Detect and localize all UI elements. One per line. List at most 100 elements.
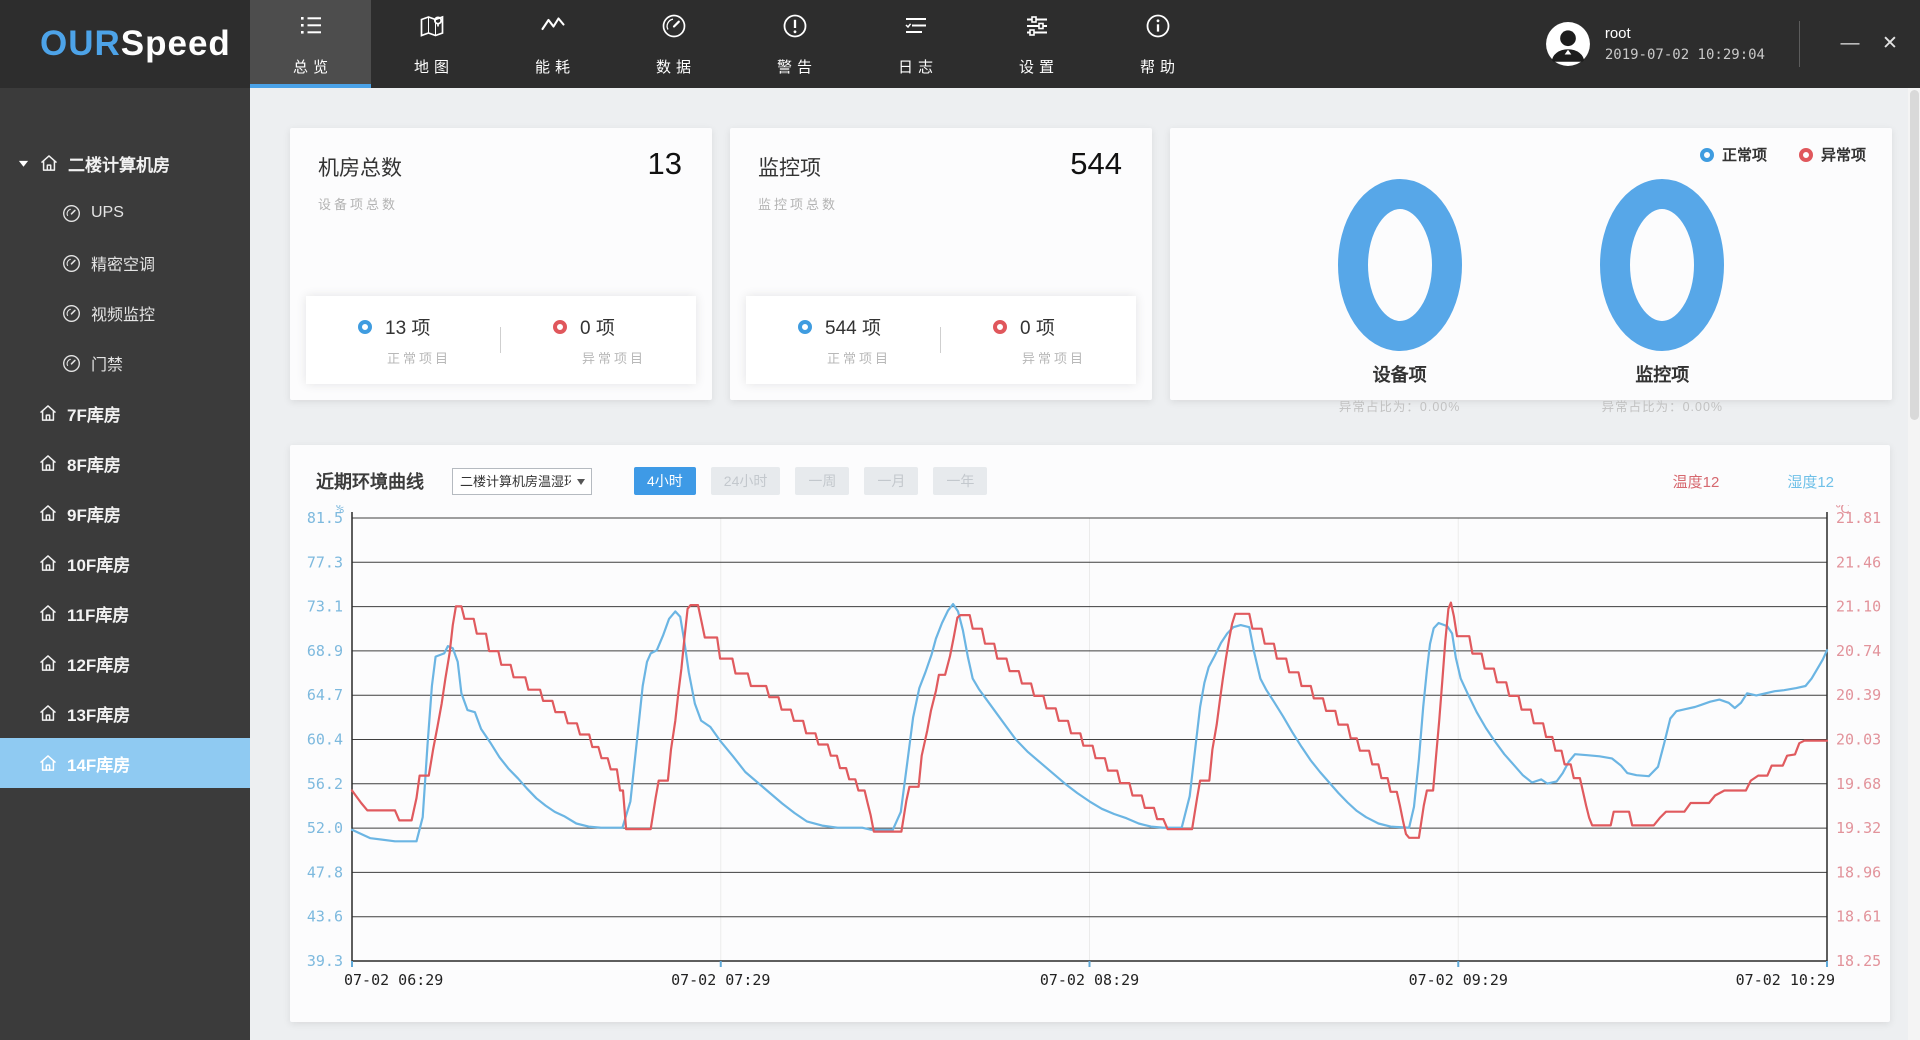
range-button-一年[interactable]: 一年	[933, 467, 987, 495]
abnormal-ring-icon	[993, 320, 1007, 334]
normal-label: 正常项目	[827, 348, 941, 367]
series-label-temperature[interactable]: 温度12	[1673, 471, 1720, 492]
normal-count: 13 项	[358, 313, 501, 340]
sidebar-item-label: 13F库房	[67, 701, 130, 726]
legend-item-normal: 正常项	[1700, 144, 1767, 165]
donut-label: 设备项	[1337, 361, 1463, 387]
range-button-24小时[interactable]: 24小时	[711, 467, 781, 495]
donut-label: 监控项	[1599, 361, 1725, 387]
nav-item-label: 帮助	[1135, 56, 1180, 77]
y-left-tick-label: 64.7	[307, 686, 343, 704]
nav-item-log[interactable]: 日志	[855, 0, 976, 88]
nav-item-settings[interactable]: 设置	[976, 0, 1097, 88]
sidebar-item-ups[interactable]: UPS	[0, 188, 250, 238]
alert-icon	[781, 12, 809, 45]
y-right-tick-label: 20.74	[1836, 642, 1881, 660]
home-icon	[38, 753, 58, 773]
nav-item-map[interactable]: 地图	[371, 0, 492, 88]
list-icon	[297, 12, 325, 45]
abnormal-count: 0 项	[993, 313, 1136, 340]
x-tick-label: 07-02 07:29	[671, 971, 770, 989]
range-button-一周[interactable]: 一周	[795, 467, 849, 495]
user-avatar[interactable]	[1545, 21, 1591, 67]
series-label-humidity[interactable]: 湿度12	[1787, 471, 1834, 492]
sidebar-group-room2f[interactable]: 二楼计算机房	[0, 138, 250, 188]
legend-item-abnormal: 异常项	[1799, 144, 1866, 165]
sidebar-item-label: 10F库房	[67, 551, 130, 576]
nav-item-label: 数据	[651, 56, 696, 77]
nav-item-data[interactable]: 数据	[613, 0, 734, 88]
user-name: root	[1605, 25, 1765, 42]
abnormal-count-text: 0 项	[580, 313, 615, 340]
sidebar-item-label: 14F库房	[67, 751, 130, 776]
sidebar-item-14f[interactable]: 14F库房	[0, 738, 250, 788]
log-icon	[902, 12, 930, 45]
sidebar-item-7f[interactable]: 7F库房	[0, 388, 250, 438]
normal-ring-icon	[798, 320, 812, 334]
home-icon	[38, 603, 58, 623]
card-value: 544	[1070, 146, 1122, 182]
gauge-icon	[62, 254, 81, 273]
nav-item-label: 能耗	[530, 56, 575, 77]
donut-legend: 正常项 异常项	[1700, 144, 1866, 165]
monitors-donut-ring	[1599, 178, 1725, 352]
sidebar-item-11f[interactable]: 11F库房	[0, 588, 250, 638]
main-nav: 总览地图 能耗 数据 警告日志 设置帮助	[250, 0, 1218, 88]
sidebar-item-label: UPS	[91, 204, 124, 222]
nav-item-label: 地图	[409, 56, 454, 77]
sidebar-item-label: 9F库房	[67, 501, 121, 526]
nav-item-energy[interactable]: 能耗	[492, 0, 613, 88]
caret-down-icon[interactable]	[18, 158, 30, 169]
normal-count: 544 项	[798, 313, 941, 340]
sidebar-item-label: 门禁	[91, 351, 123, 375]
summary-cards-row: 机房总数13设备项总数13 项正常项目0 项异常项目监控项544监控项总数544…	[290, 128, 1892, 400]
scrollbar-thumb[interactable]	[1910, 90, 1919, 420]
gauge-icon	[660, 12, 688, 45]
sidebar-item-label: 11F库房	[67, 601, 129, 626]
app-window: OURSpeed 总览地图能耗数据警告日志设置帮助 root 2019-07-0…	[0, 0, 1920, 1040]
sidebar-item-10f[interactable]: 10F库房	[0, 538, 250, 588]
y-left-tick-label: 60.4	[307, 731, 343, 749]
abnormal-count-text: 0 项	[1020, 313, 1055, 340]
close-button[interactable]: ✕	[1870, 0, 1910, 88]
sidebar-item-label: 7F库房	[67, 401, 121, 426]
donut-panel: 正常项异常项 设备项异常占比为：0.00%监控项异常占比为：0.00%	[1170, 128, 1892, 400]
nav-item-alert[interactable]: 警告	[734, 0, 855, 88]
sidebar-item-12f[interactable]: 12F库房	[0, 638, 250, 688]
donut-charts: 设备项异常占比为：0.00% 监控项异常占比为：0.00%	[1170, 178, 1892, 415]
x-tick-label: 07-02 09:29	[1409, 971, 1508, 989]
sidebar-item-video[interactable]: 视频监控	[0, 288, 250, 338]
sidebar-item-aircon[interactable]: 精密空调	[0, 238, 250, 288]
minimize-button[interactable]: —	[1830, 0, 1870, 88]
card-subtitle: 监控项总数	[758, 194, 1124, 213]
sidebar-item-8f[interactable]: 8F库房	[0, 438, 250, 488]
scrollbar-track	[1908, 88, 1920, 1040]
y-left-tick-label: 56.2	[307, 775, 343, 793]
time-range-buttons: 4小时 24小时一周一月一年	[634, 467, 987, 495]
sidebar-item-13f[interactable]: 13F库房	[0, 688, 250, 738]
gauge-icon	[62, 354, 81, 373]
current-time: 2019-07-02 10:29:04	[1605, 47, 1765, 63]
sidebar-item-9f[interactable]: 9F库房	[0, 488, 250, 538]
nav-item-label: 日志	[893, 56, 938, 77]
range-button-一月[interactable]: 一月	[864, 467, 918, 495]
y-right-tick-label: 19.32	[1836, 819, 1881, 837]
environment-curve-chart: %℃81.577.373.168.964.760.456.252.047.843…	[290, 505, 1890, 1022]
x-tick-label: 07-02 08:29	[1040, 971, 1139, 989]
donut-caption: 异常占比为：0.00%	[1337, 396, 1463, 415]
range-button-4小时[interactable]: 4小时	[634, 467, 696, 495]
card-title: 机房总数	[318, 152, 684, 182]
card-value: 13	[648, 146, 682, 182]
normal-label: 正常项目	[387, 348, 501, 367]
card-title: 监控项	[758, 152, 1124, 182]
chart-header: 近期环境曲线 二楼计算机房温湿环 4小时24小时一周一月一年 温度12湿度12	[290, 445, 1890, 495]
donut-caption: 异常占比为：0.00%	[1599, 396, 1725, 415]
normal-ring-icon	[358, 320, 372, 334]
sidebar-item-door[interactable]: 门禁	[0, 338, 250, 388]
wave-icon	[539, 12, 567, 45]
nav-item-help[interactable]: 帮助	[1097, 0, 1218, 88]
nav-item-overview[interactable]: 总览	[250, 0, 371, 88]
stat-card-monitors: 监控项544监控项总数544 项正常项目0 项异常项目	[730, 128, 1152, 400]
curve-source-select[interactable]: 二楼计算机房温湿环	[452, 468, 592, 495]
card-status-strip: 544 项正常项目0 项异常项目	[746, 296, 1136, 384]
